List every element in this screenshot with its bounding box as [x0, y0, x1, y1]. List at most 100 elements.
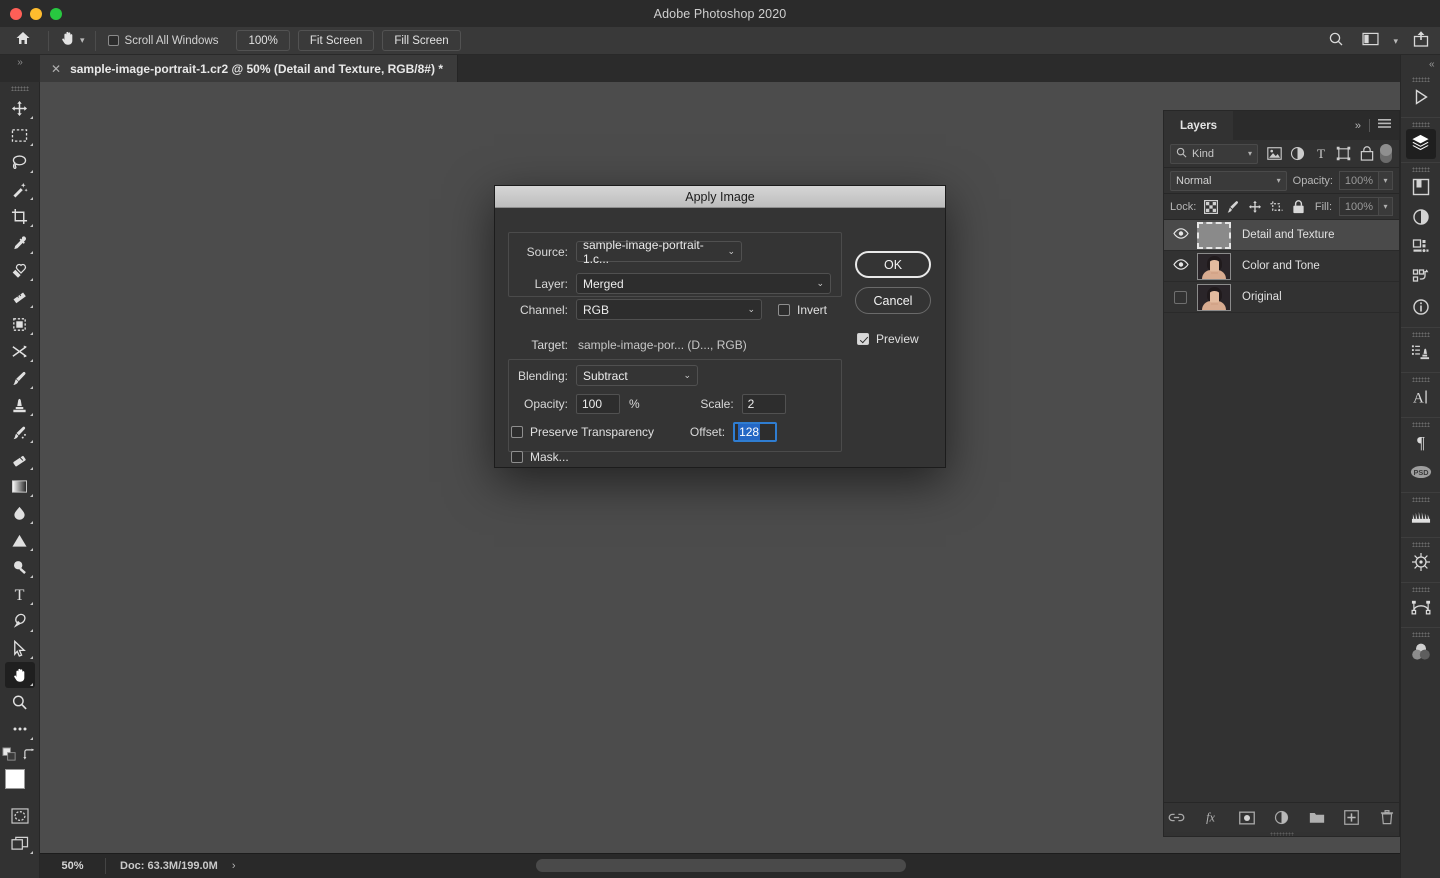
- navigator-panel-button[interactable]: [1406, 549, 1436, 579]
- new-layer-button[interactable]: [1343, 809, 1361, 827]
- channels-panel-button[interactable]: [1406, 639, 1436, 669]
- chevron-down-icon[interactable]: ▾: [80, 35, 85, 46]
- foreground-color-swatch[interactable]: [4, 769, 25, 789]
- character-panel-button[interactable]: A: [1406, 384, 1436, 414]
- burn-tool[interactable]: [5, 554, 35, 580]
- blend-mode-dropdown[interactable]: Normal ▾: [1170, 170, 1287, 191]
- type-tool[interactable]: T: [5, 581, 35, 607]
- brush-settings-panel-button[interactable]: [1406, 504, 1436, 534]
- blending-dropdown[interactable]: Subtract ⌄: [576, 365, 698, 386]
- ok-button[interactable]: OK: [855, 251, 931, 278]
- channel-dropdown[interactable]: RGB ⌄: [576, 299, 762, 320]
- offset-input[interactable]: 128: [733, 422, 778, 442]
- collapse-panels-button[interactable]: «: [1401, 55, 1440, 73]
- table-row[interactable]: Detail and Texture: [1164, 220, 1399, 251]
- fit-screen-button[interactable]: Fit Screen: [297, 30, 375, 51]
- blur-tool[interactable]: [5, 500, 35, 526]
- panel-resize-handle[interactable]: [1269, 832, 1294, 836]
- document-tab[interactable]: ✕ sample-image-portrait-1.cr2 @ 50% (Det…: [40, 55, 458, 82]
- filter-shape-layer-button[interactable]: [1335, 145, 1352, 162]
- eraser-tool[interactable]: [5, 446, 35, 472]
- home-button[interactable]: [0, 27, 46, 55]
- opacity-value[interactable]: 100%: [1339, 171, 1379, 190]
- paths-panel-button[interactable]: [1406, 594, 1436, 624]
- panel-drag-handle[interactable]: [10, 86, 29, 91]
- panel-drag-handle[interactable]: [1411, 632, 1430, 637]
- layer-thumbnail[interactable]: [1194, 283, 1234, 311]
- swap-colors-icon[interactable]: [23, 748, 37, 767]
- brush-tool[interactable]: [5, 365, 35, 391]
- zoom-tool[interactable]: [5, 689, 35, 715]
- rectangular-marquee-tool[interactable]: [5, 122, 35, 148]
- eyedropper-tool[interactable]: [5, 230, 35, 256]
- search-button[interactable]: [1325, 30, 1347, 52]
- horizontal-scrollbar[interactable]: [236, 854, 1440, 878]
- color-swatches[interactable]: [4, 769, 35, 799]
- actions-panel-button[interactable]: [1406, 264, 1436, 294]
- layer-name[interactable]: Detail and Texture: [1234, 229, 1334, 241]
- lock-transparency-button[interactable]: [1203, 199, 1218, 214]
- zoom-100-button[interactable]: 100%: [236, 30, 290, 51]
- lock-artboard-button[interactable]: [1269, 199, 1284, 214]
- layer-visibility-toggle[interactable]: [1167, 251, 1194, 282]
- panel-drag-handle[interactable]: [1411, 542, 1430, 547]
- preserve-transparency-checkbox[interactable]: Preserve Transparency: [511, 425, 654, 439]
- fill-value[interactable]: 100%: [1339, 197, 1379, 216]
- lasso-tool[interactable]: [5, 149, 35, 175]
- libraries-panel-button[interactable]: [1406, 174, 1436, 204]
- panel-drag-handle[interactable]: [1411, 332, 1430, 337]
- preview-checkbox[interactable]: Preview: [857, 332, 919, 346]
- play-actions-button[interactable]: [1406, 84, 1436, 114]
- active-tool-preset[interactable]: ▾: [51, 27, 93, 55]
- share-button[interactable]: [1410, 30, 1432, 52]
- layers-panel-button[interactable]: [1405, 129, 1436, 159]
- panel-drag-handle[interactable]: [1411, 122, 1430, 127]
- layer-style-button[interactable]: fx: [1203, 809, 1221, 827]
- clone-source-panel-button[interactable]: [1406, 339, 1436, 369]
- panel-drag-handle[interactable]: [1411, 77, 1430, 82]
- layer-name[interactable]: Original: [1234, 291, 1282, 303]
- table-row[interactable]: Color and Tone: [1164, 251, 1399, 282]
- psd-panel-button[interactable]: PSD: [1406, 459, 1436, 489]
- panel-drag-handle[interactable]: [1411, 587, 1430, 592]
- delete-layer-button[interactable]: [1378, 809, 1396, 827]
- scroll-all-windows-checkbox[interactable]: Scroll All Windows: [98, 35, 229, 47]
- cancel-button[interactable]: Cancel: [855, 287, 931, 314]
- properties-panel-button[interactable]: [1406, 234, 1436, 264]
- frame-tool[interactable]: [5, 311, 35, 337]
- shuffle-tool[interactable]: [5, 338, 35, 364]
- minimize-window-button[interactable]: [30, 8, 42, 20]
- panel-drag-handle[interactable]: [1411, 422, 1430, 427]
- layer-dropdown[interactable]: Merged ⌄: [576, 273, 831, 294]
- chevron-down-icon[interactable]: ▾: [1393, 36, 1398, 47]
- edit-toolbar-button[interactable]: [5, 716, 35, 742]
- fill-spinner[interactable]: ▾: [1379, 197, 1393, 216]
- filter-pixel-layer-button[interactable]: [1266, 145, 1283, 162]
- layer-visibility-toggle[interactable]: [1167, 282, 1194, 313]
- new-group-button[interactable]: [1308, 809, 1326, 827]
- lock-image-button[interactable]: [1225, 199, 1240, 214]
- screen-mode-button[interactable]: [5, 830, 35, 856]
- new-adjustment-layer-button[interactable]: [1273, 809, 1291, 827]
- layer-thumbnail[interactable]: [1194, 252, 1234, 280]
- layer-visibility-toggle[interactable]: [1167, 220, 1194, 251]
- panel-drag-handle[interactable]: [1411, 497, 1430, 502]
- clone-stamp-tool[interactable]: [5, 392, 35, 418]
- pen-tool[interactable]: [5, 608, 35, 634]
- filter-toggle-switch[interactable]: [1380, 144, 1392, 163]
- workspace-switcher-button[interactable]: [1359, 30, 1381, 52]
- zoom-level[interactable]: 50%: [40, 860, 105, 872]
- patch-tool[interactable]: [5, 284, 35, 310]
- close-icon[interactable]: ✕: [51, 62, 61, 76]
- add-layer-mask-button[interactable]: [1238, 809, 1256, 827]
- history-brush-tool[interactable]: [5, 419, 35, 445]
- panel-drag-handle[interactable]: [1411, 167, 1430, 172]
- mask-checkbox[interactable]: Mask...: [511, 450, 569, 464]
- filter-kind-dropdown[interactable]: Kind ▾: [1170, 143, 1258, 164]
- table-row[interactable]: Original: [1164, 282, 1399, 313]
- hamburger-menu-icon[interactable]: [1378, 117, 1391, 135]
- opacity-spinner[interactable]: ▾: [1379, 171, 1393, 190]
- quick-selection-tool[interactable]: [5, 176, 35, 202]
- filter-smart-object-button[interactable]: [1358, 145, 1375, 162]
- paragraph-panel-button[interactable]: ¶: [1406, 429, 1436, 459]
